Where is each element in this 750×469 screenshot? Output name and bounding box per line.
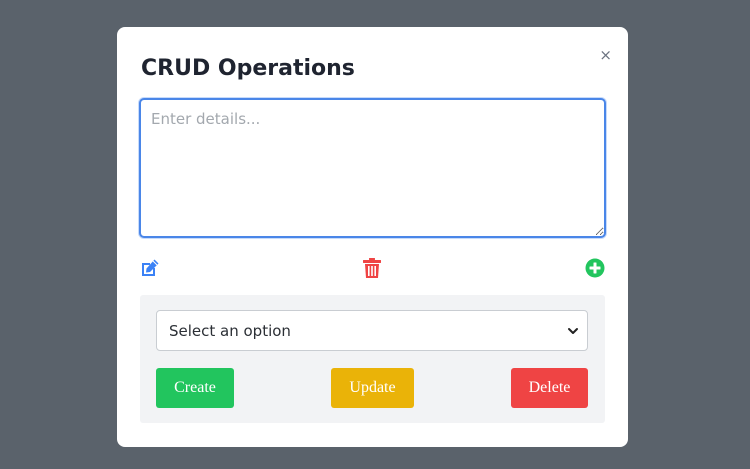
option-select[interactable]: Select an option: [156, 310, 588, 351]
details-textarea[interactable]: [139, 98, 606, 238]
update-button[interactable]: Update: [331, 368, 414, 408]
chevron-down-icon: [568, 328, 578, 334]
plus-circle-icon[interactable]: [584, 257, 606, 279]
trash-icon[interactable]: [361, 257, 383, 279]
select-value: Select an option: [169, 322, 291, 340]
modal-title: CRUD Operations: [141, 56, 355, 81]
action-panel: Select an option Create Update Delete: [140, 295, 605, 423]
close-button[interactable]: ×: [599, 46, 612, 64]
create-button[interactable]: Create: [156, 368, 234, 408]
crud-modal: CRUD Operations × Select an option: [117, 27, 628, 447]
delete-button[interactable]: Delete: [511, 368, 588, 408]
edit-icon[interactable]: [139, 257, 161, 279]
